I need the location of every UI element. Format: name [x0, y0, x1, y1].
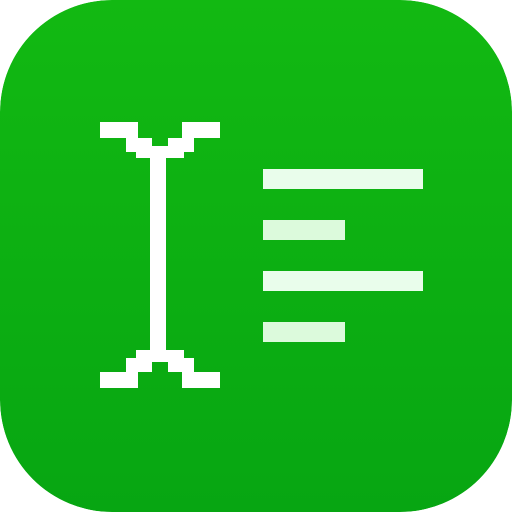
app-icon[interactable] — [0, 0, 512, 512]
text-line-short — [263, 220, 345, 240]
text-line-long — [263, 169, 423, 189]
app-icon-canvas — [0, 0, 512, 512]
app-icon-background — [0, 0, 512, 512]
app-icon-artwork — [0, 0, 512, 512]
text-line-long — [263, 271, 423, 291]
text-line-short — [263, 322, 345, 342]
